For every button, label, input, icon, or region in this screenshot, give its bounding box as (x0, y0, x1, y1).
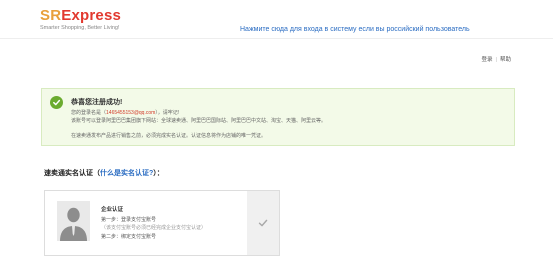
login-link[interactable]: 登录 (482, 57, 493, 63)
login-name-prefix: 您的登录名是（ (71, 110, 107, 116)
login-name-line: 您的登录名是（1465455153@qq.com），请牢记! (71, 109, 179, 116)
registration-success-panel: 恭喜您注册成功! 您的登录名是（1465455153@qq.com），请牢记! … (41, 88, 515, 146)
user-silhouette-icon (57, 201, 90, 241)
step1-note: （该支付宝账号必须已经完成企业支付宝认证） (101, 225, 207, 231)
logo-express: Express (61, 7, 122, 24)
russian-user-login-link[interactable]: Нажмите сюда для входа в систему если вы… (240, 26, 470, 33)
help-link[interactable]: 帮助 (500, 57, 511, 63)
step1-text: 第一步：登录支付宝账号 (101, 217, 157, 223)
check-circle-icon (50, 96, 63, 109)
logo-sr: SR (40, 7, 62, 24)
select-enterprise-button[interactable] (247, 191, 279, 255)
login-email: 1465455153@qq.com (106, 110, 156, 116)
success-title: 恭喜您注册成功! (71, 99, 123, 106)
login-name-suffix: ），请牢记! (155, 110, 180, 116)
step2-text: 第二步：绑定支付宝账号 (101, 234, 157, 240)
checkmark-icon (258, 219, 268, 227)
header: SRExpress Smarter Shopping, Better Livin… (0, 0, 553, 38)
logo-tagline: Smarter Shopping, Better Living! (40, 25, 120, 31)
section-title-prefix: 速卖通实名认证（ (44, 170, 100, 177)
verification-notice-line: 在速卖通发布产品进行销售之前，必须完成实名认证。认证信息将作为店铺的唯一凭证。 (71, 133, 267, 139)
srexpress-logo[interactable]: SRExpress Smarter Shopping, Better Livin… (40, 8, 121, 32)
enterprise-verification-card[interactable]: 企业认证 第一步：登录支付宝账号 （该支付宝账号必须已经完成企业支付宝认证） 第… (44, 190, 280, 256)
top-links: 登录 | 帮助 (482, 55, 511, 63)
top-links-separator: | (495, 57, 497, 63)
verification-section-title: 速卖通实名认证（什么是实名认证?）： (44, 168, 164, 178)
section-title-suffix: ）： (153, 170, 164, 177)
header-divider (0, 38, 553, 39)
account-sites-line: 该账号可以登录阿里巴巴集团旗下网站：全球速卖通、阿里巴巴国际站、阿里巴巴中文站、… (71, 118, 327, 124)
what-is-verification-link[interactable]: 什么是实名认证? (100, 170, 153, 177)
card-title: 企业认证 (101, 207, 124, 213)
